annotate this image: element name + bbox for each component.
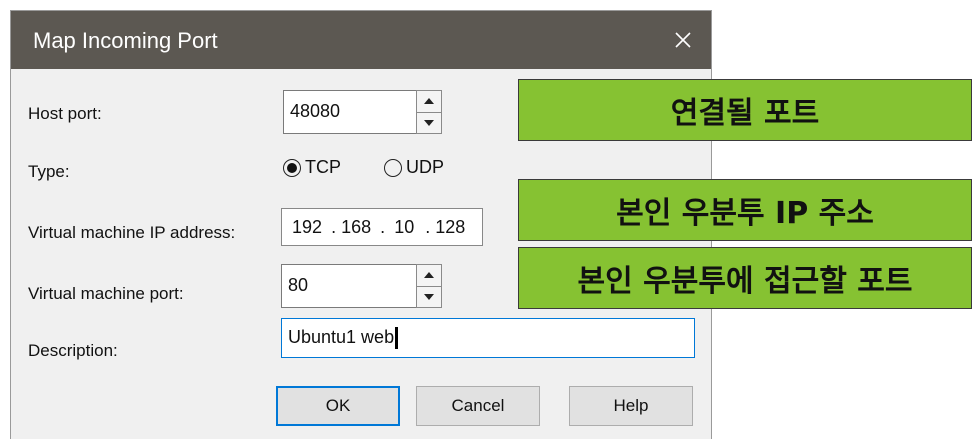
callout-host-port-text: 연결될 포트 [670, 96, 820, 131]
ok-button[interactable]: OK [276, 386, 400, 426]
ip-octet-4[interactable]: 128 [435, 217, 465, 238]
arrow-down-icon [424, 119, 434, 126]
close-icon [675, 32, 691, 48]
description-label: Description: [28, 341, 118, 360]
callout-host-port: 연결될 포트 [518, 79, 972, 141]
host-port-down-button[interactable] [417, 111, 441, 134]
tcp-radio-label: TCP [305, 157, 341, 177]
vm-port-spinner[interactable] [416, 264, 442, 308]
ip-separator-1: . [331, 217, 337, 237]
vm-ip-label: Virtual machine IP address: [28, 223, 236, 242]
host-port-up-button[interactable] [417, 91, 441, 112]
description-value: Ubuntu1 web [288, 327, 395, 347]
udp-radio[interactable]: UDP [384, 157, 444, 178]
vm-ip-input[interactable]: 192 . 168 . 10 . 128 [281, 208, 483, 246]
vm-port-down-button[interactable] [417, 285, 441, 308]
tcp-radio-circle [283, 158, 301, 177]
ok-button-label: OK [325, 396, 351, 415]
vm-port-value: 80 [288, 275, 309, 295]
radio-selected-dot [287, 162, 297, 173]
type-label: Type: [28, 162, 70, 181]
help-button-label: Help [613, 396, 649, 415]
vm-port-label: Virtual machine port: [28, 284, 184, 303]
udp-radio-label: UDP [406, 157, 445, 177]
host-port-spinner[interactable] [416, 90, 442, 134]
callout-vm-ip-text: 본인 우분투 IP 주소 [616, 196, 874, 231]
ip-separator-2: . [380, 217, 386, 237]
dialog-title: Map Incoming Port [33, 28, 218, 53]
callout-vm-ip: 본인 우분투 IP 주소 [518, 179, 972, 241]
close-button[interactable] [655, 11, 711, 69]
callout-vm-port-text: 본인 우분투에 접근할 포트 [577, 264, 913, 299]
vm-port-up-button[interactable] [417, 265, 441, 286]
tcp-radio[interactable]: TCP [283, 157, 341, 178]
description-input[interactable]: Ubuntu1 web [281, 318, 695, 358]
vm-port-input[interactable]: 80 [281, 264, 417, 308]
udp-radio-circle [384, 158, 402, 177]
arrow-up-icon [424, 98, 434, 105]
ip-octet-1[interactable]: 192 [292, 217, 322, 238]
callout-vm-port: 본인 우분투에 접근할 포트 [518, 247, 972, 309]
help-button[interactable]: Help [569, 386, 693, 426]
ip-octet-2[interactable]: 168 [341, 217, 371, 238]
cancel-button[interactable]: Cancel [416, 386, 540, 426]
arrow-up-icon [424, 272, 434, 279]
host-port-value: 48080 [290, 101, 341, 121]
cancel-button-label: Cancel [451, 396, 505, 415]
host-port-input[interactable]: 48080 [283, 90, 417, 134]
host-port-label: Host port: [28, 104, 102, 123]
text-cursor [395, 327, 399, 350]
arrow-down-icon [424, 293, 434, 300]
ip-octet-3[interactable]: 10 [394, 217, 414, 238]
ip-separator-3: . [425, 217, 431, 237]
title-bar[interactable]: Map Incoming Port [11, 11, 711, 69]
